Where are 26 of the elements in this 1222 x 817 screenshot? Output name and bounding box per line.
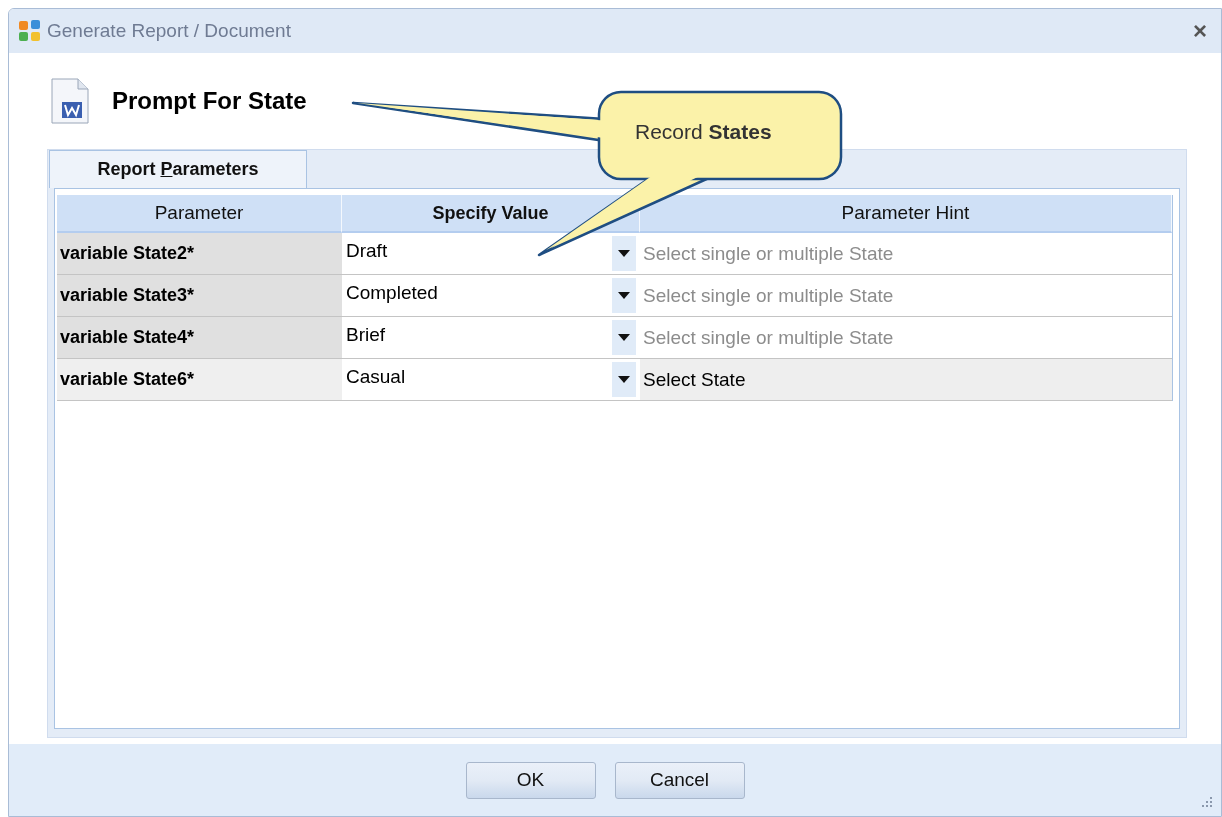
value-text: Draft bbox=[346, 240, 388, 262]
hint-field[interactable]: Select State bbox=[640, 359, 1172, 401]
value-text: Completed bbox=[346, 282, 438, 304]
word-document-icon bbox=[50, 78, 90, 124]
report-heading: Prompt For State bbox=[112, 87, 307, 115]
app-logo-icon bbox=[17, 18, 43, 44]
cancel-button[interactable]: Cancel bbox=[614, 761, 745, 799]
window-title: Generate Report / Document bbox=[47, 20, 291, 42]
close-button[interactable]: × bbox=[1187, 17, 1213, 45]
column-header[interactable]: Parameter Hint bbox=[640, 195, 1172, 233]
dropdown-caret-icon[interactable] bbox=[612, 362, 636, 397]
value-text: Brief bbox=[346, 324, 386, 346]
value-text: Casual bbox=[346, 366, 406, 388]
parameter-name-cell: variable State6* bbox=[57, 359, 342, 401]
ok-button[interactable]: OK bbox=[465, 761, 596, 799]
column-header[interactable]: Specify Value bbox=[342, 195, 640, 233]
report-parameters-tab[interactable]: Report Parameters bbox=[49, 150, 307, 188]
dropdown-caret-icon[interactable] bbox=[612, 278, 636, 313]
parameter-name-cell: variable State4* bbox=[57, 317, 342, 359]
dropdown-caret-icon[interactable] bbox=[612, 320, 636, 355]
resize-grip-icon bbox=[1201, 796, 1213, 808]
callout-text: Record States bbox=[635, 120, 772, 144]
dropdown-caret-icon[interactable] bbox=[612, 236, 636, 271]
parameter-name-cell: variable State2* bbox=[57, 233, 342, 275]
parameter-name-cell: variable State3* bbox=[57, 275, 342, 317]
column-header[interactable]: Parameter bbox=[57, 195, 342, 233]
